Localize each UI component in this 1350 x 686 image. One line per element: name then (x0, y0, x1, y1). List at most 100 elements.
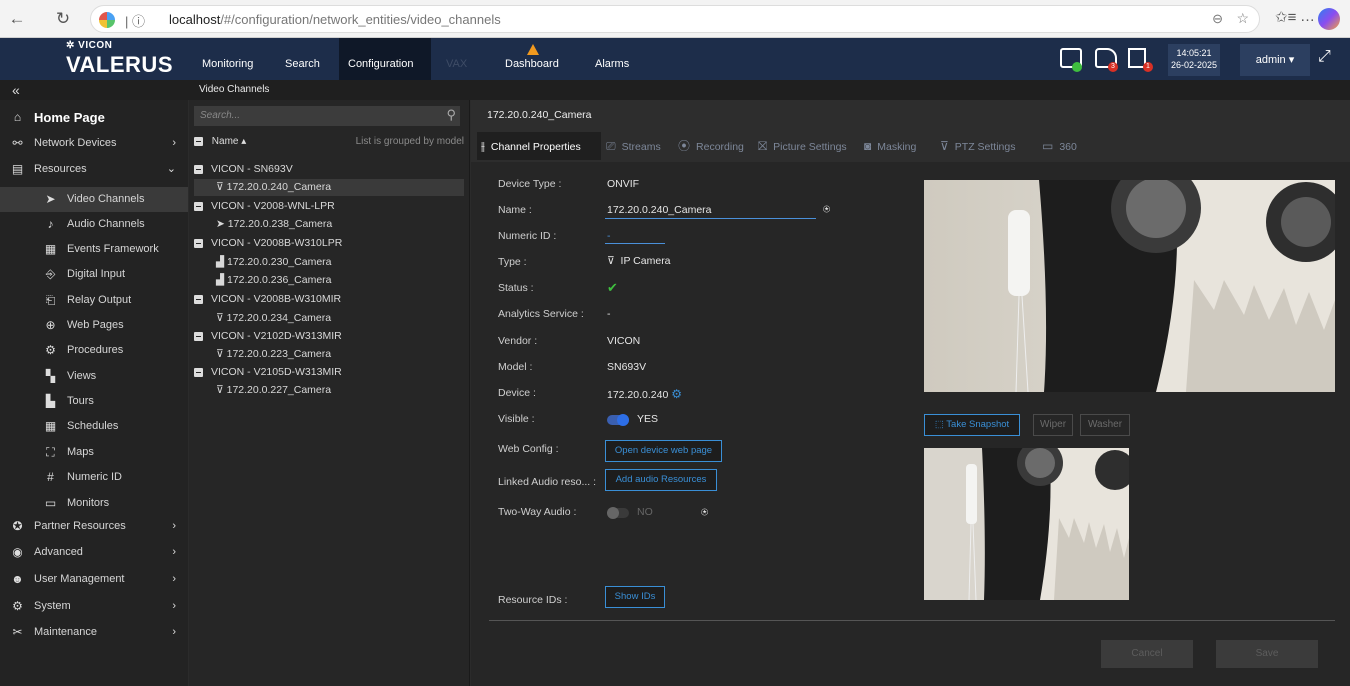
numeric-id-field[interactable]: - (607, 230, 611, 242)
clock: 14:05:21 26-02-2025 (1168, 44, 1220, 76)
search-input[interactable]: Search... ⚲ (194, 106, 460, 126)
procedures-icon: ⚙ (45, 343, 56, 357)
tools-icon: ✂ (12, 625, 23, 639)
user-menu[interactable]: admin ▾ (1240, 44, 1310, 76)
lpr-camera-icon: ▟ (216, 256, 227, 268)
sidebar-item-home[interactable]: ⌂ Home Page (0, 105, 188, 130)
sidebar-item-schedules[interactable]: ▦ Schedules (0, 414, 188, 439)
tab-search[interactable]: Search (275, 38, 330, 80)
tab-picture-settings[interactable]: ⛝ Picture Settings (754, 132, 858, 160)
sidebar-item-maps[interactable]: ⛶ Maps (0, 440, 188, 465)
two-way-audio-toggle[interactable] (607, 507, 629, 519)
collapse-group-icon[interactable] (194, 331, 203, 341)
info-icon[interactable]: | ⓘ (125, 11, 145, 30)
dome-camera-icon: ⊽ (216, 384, 227, 396)
tab-recording[interactable]: ⦿ Recording (674, 132, 752, 160)
tab-streams[interactable]: ⎚ Streams (602, 132, 672, 160)
gear-icon: ⚙ (12, 599, 23, 613)
group-row[interactable]: VICON - V2008B-W310LPR (194, 235, 464, 252)
sidebar-item-monitors[interactable]: ▭ Monitors (0, 491, 188, 516)
channel-row[interactable]: ⊽ 172.20.0.223_Camera (194, 346, 464, 363)
tab-vax[interactable]: VAX (436, 38, 477, 80)
events-framework-icon: ▦ (44, 242, 57, 256)
zoom-icon[interactable]: ⊖ (1212, 11, 1223, 27)
panorama-icon: ▭ (1042, 139, 1054, 153)
channel-row[interactable]: ▟ 172.20.0.230_Camera (194, 254, 464, 271)
collapse-group-icon[interactable] (194, 201, 203, 211)
collapse-all-icon[interactable] (194, 136, 203, 146)
sidebar-item-views[interactable]: ▚ Views (0, 364, 188, 389)
reload-icon[interactable]: ↻ (52, 8, 74, 30)
save-button[interactable]: Save (1216, 640, 1318, 668)
group-row[interactable]: VICON - V2008B-W310MIR (194, 291, 464, 308)
group-row[interactable]: VICON - SN693V (194, 161, 464, 178)
sidebar-item-web-pages[interactable]: ⊕ Web Pages (0, 313, 188, 338)
sidebar-item-network-devices[interactable]: ⚯ Network Devices › (0, 131, 188, 156)
tab-masking[interactable]: ◙ Masking (860, 132, 934, 160)
channel-row[interactable]: ⊽ 172.20.0.227_Camera (194, 382, 464, 399)
collapse-group-icon[interactable] (194, 238, 203, 248)
group-row[interactable]: VICON - V2102D-W313MIR (194, 328, 464, 345)
channel-row[interactable]: ➤ 172.20.0.238_Camera (194, 216, 464, 233)
sidebar-item-advanced[interactable]: ◉ Advanced › (0, 540, 188, 565)
help-icon[interactable]: ⍟ (823, 202, 830, 217)
advanced-icon: ◉ (12, 545, 23, 559)
chevron-right-icon: › (172, 573, 176, 585)
show-ids-button[interactable]: Show IDs (605, 586, 665, 608)
back-icon[interactable]: ← (6, 8, 28, 30)
help-icon[interactable]: ⍟ (701, 505, 708, 520)
sidebar-item-tours[interactable]: ▙ Tours (0, 389, 188, 414)
fullscreen-icon[interactable]: ⤢ (1318, 48, 1331, 66)
label-model: Model : (498, 361, 533, 373)
collapse-group-icon[interactable] (194, 164, 203, 174)
favorites-icon[interactable]: ✩≡ (1275, 8, 1296, 26)
name-sort-header[interactable]: Name ▴ (212, 136, 247, 147)
copilot-icon[interactable] (1318, 8, 1340, 30)
group-row[interactable]: VICON - V2008-WNL-LPR (194, 198, 464, 215)
visible-toggle[interactable] (607, 414, 629, 426)
tab-channel-properties[interactable]: ⫲ Channel Properties (477, 132, 601, 160)
snapshot-preview (924, 448, 1129, 600)
favorite-star-icon[interactable]: ☆ (1236, 10, 1249, 27)
tab-360[interactable]: ▭ 360 (1038, 132, 1088, 160)
more-icon[interactable]: … (1300, 8, 1315, 25)
sidebar-item-numeric-id[interactable]: # Numeric ID (0, 465, 188, 490)
device-settings-gear-icon[interactable]: ⚙ (671, 387, 682, 401)
add-audio-button[interactable]: Add audio Resources (605, 469, 717, 491)
collapse-group-icon[interactable] (194, 367, 203, 377)
cancel-button[interactable]: Cancel (1101, 640, 1193, 668)
sidebar-item-resources[interactable]: ▤ Resources ⌄ (0, 157, 188, 182)
sidebar-item-procedures[interactable]: ⚙ Procedures (0, 338, 188, 363)
channel-row[interactable]: ▟ 172.20.0.236_Camera (194, 272, 464, 289)
wiper-button[interactable]: Wiper (1033, 414, 1073, 436)
sidebar-item-system[interactable]: ⚙ System › (0, 594, 188, 619)
sidebar-item-partner-resources[interactable]: ✪ Partner Resources › (0, 514, 188, 539)
sidebar-item-digital-input[interactable]: ⎆ Digital Input (0, 262, 188, 287)
address-bar[interactable]: | ⓘ localhost/#/configuration/network_en… (90, 5, 1260, 33)
tab-ptz-settings[interactable]: ⊽ PTZ Settings (936, 132, 1036, 160)
logo-small: ✲ VICON (66, 40, 113, 51)
tab-dashboard[interactable]: Dashboard (495, 38, 569, 80)
name-field[interactable]: 172.20.0.240_Camera (607, 204, 712, 216)
washer-button[interactable]: Washer (1080, 414, 1130, 436)
sidebar-item-events-framework[interactable]: ▦ Events Framework (0, 237, 188, 262)
search-icon[interactable]: ⚲ (446, 107, 456, 123)
open-web-page-button[interactable]: Open device web page (605, 440, 722, 462)
label-linked-audio: Linked Audio reso... : (498, 476, 597, 488)
tab-alarms[interactable]: Alarms (585, 38, 639, 80)
sidebar-item-user-management[interactable]: ☻ User Management › (0, 567, 188, 592)
sidebar-item-relay-output[interactable]: ⎗ Relay Output (0, 288, 188, 313)
channel-row[interactable]: ⊽ 172.20.0.234_Camera (194, 310, 464, 327)
group-row[interactable]: VICON - V2105D-W313MIR (194, 364, 464, 381)
sidebar-item-video-channels[interactable]: ➤ Video Channels (0, 187, 188, 212)
collapse-group-icon[interactable] (194, 294, 203, 304)
app-header: ✲ VICON VALERUS Monitoring Search Config… (0, 38, 1350, 80)
collapse-sidebar-icon[interactable]: « (12, 82, 20, 98)
label-type: Type : (498, 256, 527, 268)
sidebar-item-audio-channels[interactable]: ♪ Audio Channels (0, 212, 188, 237)
sidebar-item-maintenance[interactable]: ✂ Maintenance › (0, 620, 188, 645)
tab-configuration[interactable]: Configuration (339, 38, 432, 80)
tab-monitoring[interactable]: Monitoring (192, 38, 263, 80)
channel-row[interactable]: ⊽ 172.20.0.240_Camera (194, 179, 464, 196)
take-snapshot-button[interactable]: ⬚ Take Snapshot (924, 414, 1020, 436)
